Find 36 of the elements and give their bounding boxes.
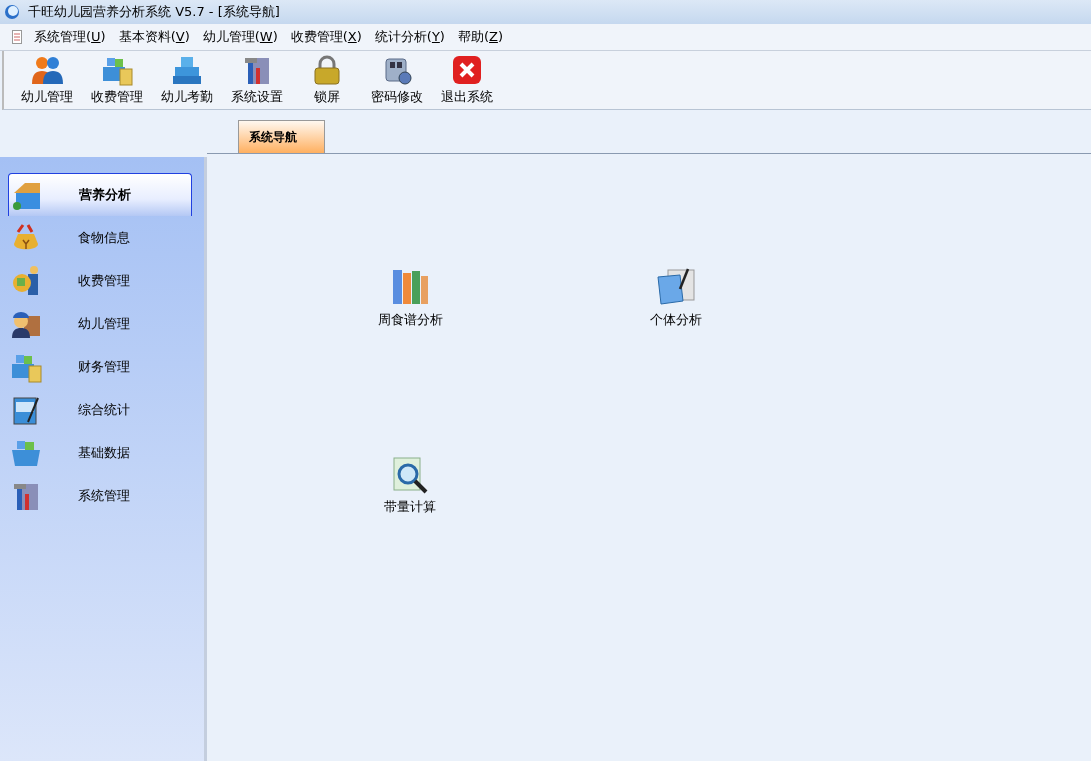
books-icon [390,267,430,307]
toolbar-button[interactable]: 幼儿考勤 [152,54,222,106]
navigation-shortcut[interactable]: 周食谱分析 [377,267,443,329]
navigation-shortcut[interactable]: 个体分析 [650,267,702,329]
menu-item[interactable]: 收费管理(X) [290,28,362,46]
menu-item[interactable]: 系统管理(U) [34,28,106,46]
magnifier-sheet-icon [390,454,430,494]
toolbar-button[interactable]: 密码修改 [362,54,432,106]
sidebar-item[interactable]: 食物信息 [8,217,192,259]
sidebar-item[interactable]: 基础数据 [8,432,192,474]
menu-item[interactable]: 统计分析(Y) [374,28,445,46]
navigation-shortcut[interactable]: 带量计算 [384,454,436,516]
people-icon [31,54,63,86]
sidebar-item[interactable]: 系统管理 [8,475,192,517]
sidebar-item[interactable]: 综合统计 [8,389,192,431]
toolbar-button[interactable]: 锁屏 [292,54,362,106]
notepad-pen-icon [656,267,696,307]
toolbar-button[interactable]: 退出系统 [432,54,502,106]
menu-item[interactable]: 帮助(Z) [457,28,503,46]
padlock-icon [311,54,343,86]
toolbar-button[interactable]: 幼儿管理 [12,54,82,106]
sidebar-item[interactable]: 幼儿管理 [8,303,192,345]
sidebar-item[interactable]: 收费管理 [8,260,192,302]
close-icon [451,54,483,86]
stacked-box-icon [171,54,203,86]
notepad-pen-icon [10,394,42,426]
menu-item[interactable]: 幼儿管理(W) [202,28,278,46]
window-title: 千旺幼儿园营养分析系统 V5.7 - [系统导航] [28,3,280,21]
sidebar-item[interactable]: 营养分析 [8,173,192,216]
document-icon [12,30,22,44]
app-logo-icon [4,4,20,20]
menu-item[interactable]: 基本资料(V) [118,28,190,46]
tab[interactable]: 系统导航 [238,120,325,153]
toolbar-button[interactable]: 收费管理 [82,54,152,106]
toolbar-button[interactable]: 系统设置 [222,54,292,106]
sidebar-item[interactable]: 财务管理 [8,346,192,388]
